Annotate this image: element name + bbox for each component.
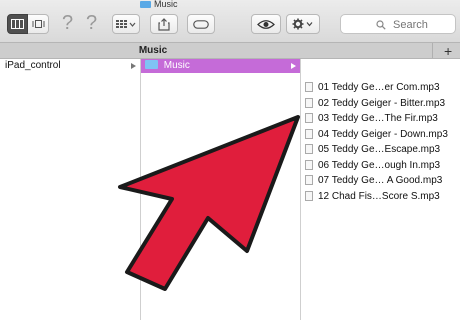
list-item-music[interactable]: Music bbox=[141, 59, 300, 73]
file-item[interactable]: 02 Teddy Geiger - Bitter.mp3 bbox=[301, 96, 460, 112]
column-view-icon bbox=[11, 19, 24, 29]
folder-icon bbox=[145, 60, 158, 69]
file-name: 12 Chad Fis…Score S.mp3 bbox=[318, 190, 440, 202]
quick-look-button[interactable] bbox=[251, 14, 281, 34]
file-name: 06 Teddy Ge…ough In.mp3 bbox=[318, 159, 441, 171]
search-field[interactable] bbox=[340, 14, 456, 34]
file-item[interactable]: 12 Chad Fis…Score S.mp3 bbox=[301, 189, 460, 205]
list-item-label: iPad_control bbox=[5, 60, 61, 71]
audio-file-icon bbox=[305, 97, 313, 108]
tab-bar: Music + bbox=[0, 42, 460, 59]
file-name: 04 Teddy Geiger - Down.mp3 bbox=[318, 128, 448, 140]
chevron-right-icon bbox=[131, 63, 136, 69]
file-name: 07 Teddy Ge… A Good.mp3 bbox=[318, 175, 443, 186]
window-toolbar: Music ? ? bbox=[0, 0, 460, 42]
eye-icon bbox=[257, 19, 275, 29]
list-item-label: Music bbox=[163, 60, 190, 71]
new-tab-button[interactable]: + bbox=[444, 43, 452, 59]
file-item[interactable]: 05 Teddy Ge…Escape.mp3 bbox=[301, 142, 460, 158]
window-title-text: Music bbox=[154, 0, 178, 9]
audio-file-icon bbox=[305, 175, 313, 185]
tab-divider bbox=[432, 43, 433, 58]
file-name: 01 Teddy Ge…er Com.mp3 bbox=[318, 82, 440, 93]
tag-button[interactable] bbox=[187, 14, 215, 34]
share-button[interactable] bbox=[150, 14, 178, 34]
search-icon bbox=[376, 20, 386, 30]
list-item-ipad-control[interactable]: iPad_control bbox=[0, 59, 140, 73]
arrange-button[interactable] bbox=[112, 14, 140, 34]
tag-icon bbox=[193, 19, 209, 29]
file-item[interactable]: 03 Teddy Ge…The Fir.mp3 bbox=[301, 111, 460, 127]
column-browser: iPad_control Music 01 Teddy Ge…er Com.mp… bbox=[0, 59, 460, 320]
audio-file-icon bbox=[305, 144, 313, 154]
help-icon-2[interactable]: ? bbox=[86, 12, 97, 35]
tab-music[interactable]: Music bbox=[0, 45, 306, 56]
search-input[interactable] bbox=[391, 17, 455, 33]
file-item[interactable]: 07 Teddy Ge… A Good.mp3 bbox=[301, 173, 460, 189]
column-spacer bbox=[301, 59, 460, 80]
column-folders[interactable]: Music bbox=[141, 59, 301, 320]
audio-file-icon bbox=[305, 190, 313, 201]
gear-icon bbox=[292, 18, 313, 30]
help-icon[interactable]: ? bbox=[62, 12, 73, 35]
file-item[interactable]: 06 Teddy Ge…ough In.mp3 bbox=[301, 158, 460, 174]
file-name: 03 Teddy Ge…The Fir.mp3 bbox=[318, 113, 438, 124]
view-mode-control[interactable] bbox=[7, 14, 49, 34]
chevron-right-icon bbox=[291, 63, 296, 69]
file-name: 02 Teddy Geiger - Bitter.mp3 bbox=[318, 97, 446, 109]
cover-flow-icon bbox=[32, 20, 44, 28]
column-view-button[interactable] bbox=[7, 14, 28, 34]
audio-file-icon bbox=[305, 82, 313, 92]
file-item[interactable]: 01 Teddy Ge…er Com.mp3 bbox=[301, 80, 460, 96]
share-icon bbox=[158, 17, 170, 31]
action-menu-button[interactable] bbox=[286, 14, 320, 34]
file-item[interactable]: 04 Teddy Geiger - Down.mp3 bbox=[301, 127, 460, 143]
grid-icon bbox=[116, 20, 136, 28]
audio-file-icon bbox=[305, 159, 313, 170]
audio-file-icon bbox=[305, 113, 313, 123]
window-title: Music bbox=[140, 0, 178, 9]
column-files[interactable]: 01 Teddy Ge…er Com.mp3 02 Teddy Geiger -… bbox=[301, 59, 460, 320]
column-devices[interactable]: iPad_control bbox=[0, 59, 141, 320]
audio-file-icon bbox=[305, 128, 313, 139]
cover-flow-view-button[interactable] bbox=[28, 14, 49, 34]
file-name: 05 Teddy Ge…Escape.mp3 bbox=[318, 144, 441, 155]
folder-icon bbox=[140, 0, 151, 8]
